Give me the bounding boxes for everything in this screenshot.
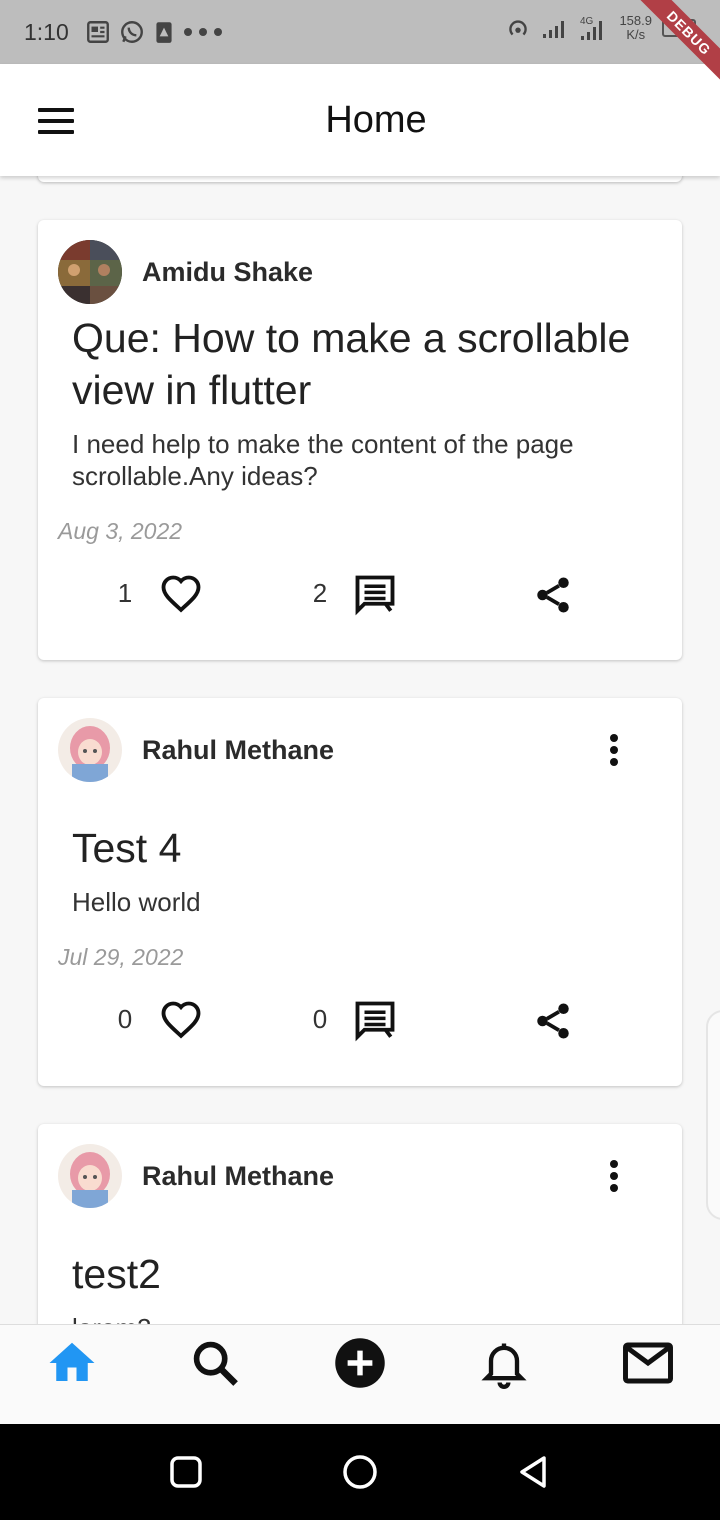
notification-icons: [85, 19, 223, 45]
previous-post-card: [38, 176, 682, 182]
more-options-icon[interactable]: [604, 1156, 624, 1196]
nav-add-post[interactable]: [332, 1335, 388, 1391]
post-title: Que: How to make a scrollable view in fl…: [72, 315, 631, 413]
network-speed: 158.9 K/s: [619, 14, 652, 42]
heart-icon[interactable]: [160, 574, 202, 616]
signal-4g-icon: 4G: [580, 16, 603, 40]
author-name[interactable]: Rahul Methane: [142, 735, 334, 766]
post-date: Jul 29, 2022: [58, 944, 184, 970]
speed-unit: K/s: [626, 27, 646, 42]
author-name[interactable]: Amidu Shake: [142, 257, 313, 288]
comment-icon[interactable]: [354, 1000, 396, 1042]
post-actions: 0 0: [38, 998, 682, 1044]
status-time: 1:10: [24, 18, 69, 45]
more-options-icon[interactable]: [604, 730, 624, 770]
news-icon: [86, 21, 109, 43]
edge-panel-handle[interactable]: [706, 1010, 720, 1220]
menu-icon[interactable]: [38, 108, 74, 134]
more-notifications-icon: [183, 28, 222, 36]
signal-icon: [543, 21, 565, 38]
avatar[interactable]: [58, 240, 122, 304]
comment-count: 2: [312, 578, 328, 608]
comment-count: 0: [312, 1004, 328, 1034]
nav-messages[interactable]: [620, 1335, 676, 1391]
nav-home[interactable]: [44, 1335, 100, 1391]
speed-value: 158.9: [619, 13, 652, 28]
nav-search[interactable]: [187, 1335, 243, 1391]
mail-icon: [623, 1342, 673, 1384]
system-navigation-bar: [0, 1424, 720, 1520]
post-header: Rahul Methane: [58, 1144, 334, 1208]
author-name[interactable]: Rahul Methane: [142, 1161, 334, 1192]
home-button-icon[interactable]: [338, 1450, 382, 1494]
post-feed[interactable]: Amidu Shake Que: How to make a scrollabl…: [0, 176, 720, 1324]
post-actions: 1 2: [38, 572, 682, 618]
home-icon: [49, 1342, 95, 1381]
back-icon[interactable]: [512, 1450, 556, 1494]
post-date: Aug 3, 2022: [58, 518, 183, 544]
post-card: Rahul Methane Test 4 Hello world Jul 29,…: [38, 698, 682, 1086]
storage-icon: [156, 22, 172, 43]
like-count: 0: [117, 1004, 133, 1034]
bell-icon: [481, 1343, 527, 1389]
avatar[interactable]: [58, 1144, 122, 1208]
share-icon[interactable]: [532, 574, 574, 616]
post-title: Test 4: [72, 825, 182, 871]
post-body: Hello world: [72, 887, 201, 917]
add-circle-icon: [335, 1338, 385, 1388]
post-body: I need help to make the content of the p…: [72, 429, 574, 491]
screen: 1:10 4G 158.9 K/s 98 DEBUG Home: [0, 0, 720, 1520]
heart-icon[interactable]: [160, 1000, 202, 1042]
recent-apps-icon[interactable]: [164, 1450, 208, 1494]
like-count: 1: [117, 578, 133, 608]
bottom-navigation: [0, 1324, 720, 1424]
search-icon: [193, 1341, 238, 1386]
post-header: Amidu Shake: [58, 240, 313, 304]
app-bar: Home: [0, 64, 720, 176]
page-title: Home: [325, 98, 427, 141]
status-bar: 1:10 4G 158.9 K/s 98: [0, 0, 720, 64]
post-card: Rahul Methane test2 lorem2: [38, 1124, 682, 1324]
post-card: Amidu Shake Que: How to make a scrollabl…: [38, 220, 682, 660]
avatar[interactable]: [58, 718, 122, 782]
post-title: test2: [72, 1251, 161, 1297]
comment-icon[interactable]: [354, 574, 396, 616]
hotspot-icon: [509, 20, 528, 36]
post-body: lorem2: [72, 1312, 652, 1324]
nav-notifications[interactable]: [476, 1335, 532, 1391]
share-icon[interactable]: [532, 1000, 574, 1042]
whatsapp-icon: [120, 21, 143, 43]
svg-text:4G: 4G: [580, 16, 594, 27]
post-header: Rahul Methane: [58, 718, 334, 782]
